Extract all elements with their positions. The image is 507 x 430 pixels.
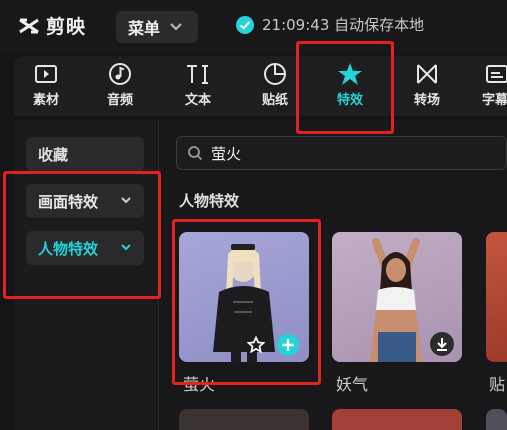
tab-label: 字幕 xyxy=(482,93,507,108)
chevron-down-icon xyxy=(170,23,182,31)
effect-card-demon-aura[interactable] xyxy=(332,232,462,362)
download-button[interactable] xyxy=(430,332,454,356)
tab-audio[interactable]: 音频 xyxy=(90,56,150,116)
save-status-text: 21:09:43 自动保存本地 xyxy=(262,16,425,34)
save-status: 21:09:43 自动保存本地 xyxy=(236,14,424,35)
app-logo: 剪映 xyxy=(18,12,86,39)
tab-subtitle[interactable]: 字幕 xyxy=(472,56,507,116)
subtitle-icon xyxy=(486,62,507,86)
effect-card-next-row[interactable] xyxy=(486,409,507,430)
menu-label: 菜单 xyxy=(128,19,161,38)
tab-label: 文本 xyxy=(184,93,211,108)
text-icon xyxy=(185,62,211,86)
tab-label: 转场 xyxy=(413,93,440,108)
menu-button[interactable]: 菜单 xyxy=(116,11,198,43)
effect-card-next-row[interactable] xyxy=(179,409,309,430)
media-icon xyxy=(34,62,58,86)
tab-label: 音频 xyxy=(106,93,133,108)
search-icon xyxy=(188,146,203,161)
transition-icon xyxy=(415,62,439,86)
effect-name: 妖气 xyxy=(336,375,369,394)
music-note-icon xyxy=(108,62,132,86)
capcut-logo-icon xyxy=(19,18,39,33)
download-icon xyxy=(437,338,447,351)
sidebar-item-favorites[interactable]: 收藏 xyxy=(26,137,144,171)
tab-transition[interactable]: 转场 xyxy=(397,56,457,116)
highlight-firefly-card xyxy=(172,219,321,385)
search-input[interactable]: 萤火 xyxy=(176,136,507,170)
search-value: 萤火 xyxy=(211,144,242,163)
sidebar-item-label: 收藏 xyxy=(38,145,69,164)
check-circle-icon xyxy=(236,15,254,34)
sticker-icon xyxy=(263,62,287,86)
section-title: 人物特效 xyxy=(179,192,240,210)
title-bar: 剪映 菜单 21:09:43 自动保存本地 xyxy=(0,0,507,54)
tab-label: 贴纸 xyxy=(261,93,288,108)
highlight-effects-tab xyxy=(296,41,394,134)
effect-name: 贴 xyxy=(489,375,506,394)
category-toolbar: 素材 音频 文本 贴纸 特效 转场 字幕 xyxy=(14,56,507,116)
tab-media[interactable]: 素材 xyxy=(16,56,76,116)
highlight-sidebar-categories xyxy=(3,171,161,299)
effect-card-partial[interactable] xyxy=(486,232,507,362)
effect-card-next-row[interactable] xyxy=(332,409,462,430)
app-name: 剪映 xyxy=(46,16,87,38)
tab-text[interactable]: 文本 xyxy=(168,56,228,116)
tab-label: 素材 xyxy=(32,93,59,108)
